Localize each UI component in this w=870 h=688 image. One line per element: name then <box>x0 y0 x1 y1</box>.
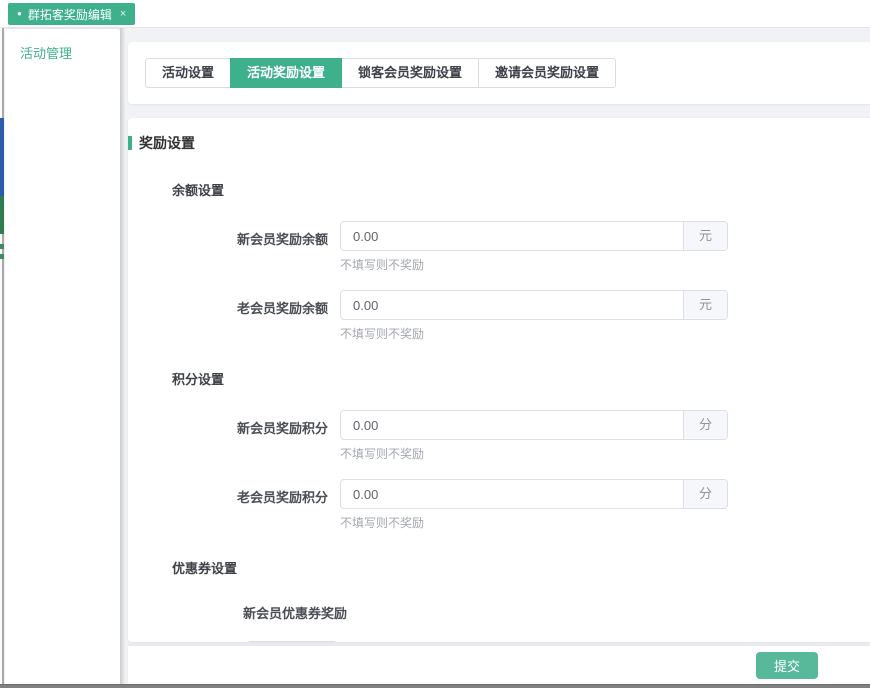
new-member-balance-input[interactable] <box>341 222 683 250</box>
old-member-points-field: 分 <box>340 479 728 509</box>
group-title-balance: 余额设置 <box>172 180 870 199</box>
field-hint: 不填写则不奖励 <box>340 256 870 273</box>
new-member-points-input[interactable] <box>341 411 683 439</box>
tab-lock-member-reward-settings[interactable]: 锁客会员奖励设置 <box>341 58 479 88</box>
page-tab-chip[interactable]: ● 群拓客奖励编辑 × <box>8 3 135 25</box>
sidebar: 活动管理 <box>5 29 120 684</box>
sliver-fragment-green <box>0 196 4 234</box>
page-tab-label: 群拓客奖励编辑 <box>28 6 112 23</box>
form-row-old-member-points: 老会员奖励积分 分 不填写则不奖励 <box>128 479 870 531</box>
old-member-points-input[interactable] <box>341 480 683 508</box>
select-coupon-button[interactable]: 选择优惠券 <box>247 641 337 642</box>
sidebar-divider <box>120 28 128 688</box>
unit-suffix: 分 <box>683 480 727 508</box>
window-bottom-edge <box>0 684 870 688</box>
tab-activity-reward-settings[interactable]: 活动奖励设置 <box>230 58 342 88</box>
sliver-fragment-dash <box>0 244 4 249</box>
tab-activity-settings[interactable]: 活动设置 <box>145 58 231 88</box>
field-hint: 不填写则不奖励 <box>340 514 870 531</box>
unit-suffix: 元 <box>683 222 727 250</box>
sliver-fragment-dash <box>0 254 4 259</box>
sliver-fragment-blue <box>0 118 4 196</box>
field-hint: 不填写则不奖励 <box>340 445 870 462</box>
form-row-new-member-points: 新会员奖励积分 分 不填写则不奖励 <box>128 410 870 462</box>
coupon-reward-label: 新会员优惠券奖励 <box>243 603 870 622</box>
main-content: 活动设置 活动奖励设置 锁客会员奖励设置 邀请会员奖励设置 奖励设置 余额设置 … <box>128 28 870 688</box>
unit-suffix: 分 <box>683 411 727 439</box>
unit-suffix: 元 <box>683 291 727 319</box>
tab-close-icon[interactable]: × <box>120 8 126 20</box>
old-member-balance-input[interactable] <box>341 291 683 319</box>
field-label: 老会员奖励余额 <box>128 298 328 317</box>
form-row-old-member-balance: 老会员奖励余额 元 不填写则不奖励 <box>128 290 870 342</box>
tab-invite-member-reward-settings[interactable]: 邀请会员奖励设置 <box>478 58 616 88</box>
field-label: 新会员奖励积分 <box>128 418 328 437</box>
submit-button[interactable]: 提交 <box>756 652 818 679</box>
footer-bar: 提交 <box>128 646 870 684</box>
active-dot-icon: ● <box>17 10 22 18</box>
field-hint: 不填写则不奖励 <box>340 325 870 342</box>
tab-group: 活动设置 活动奖励设置 锁客会员奖励设置 邀请会员奖励设置 <box>145 58 616 88</box>
field-label: 老会员奖励积分 <box>128 487 328 506</box>
field-label: 新会员奖励余额 <box>128 229 328 248</box>
tabs-panel: 活动设置 活动奖励设置 锁客会员奖励设置 邀请会员奖励设置 <box>128 42 870 104</box>
group-title-points: 积分设置 <box>172 369 870 388</box>
top-tab-bar: ● 群拓客奖励编辑 × <box>0 0 870 28</box>
new-member-points-field: 分 <box>340 410 728 440</box>
group-title-coupon: 优惠券设置 <box>172 558 870 577</box>
form-row-new-member-balance: 新会员奖励余额 元 不填写则不奖励 <box>128 221 870 273</box>
old-member-balance-field: 元 <box>340 290 728 320</box>
reward-settings-panel: 奖励设置 余额设置 新会员奖励余额 元 不填写则不奖励 老会员奖励余额 元 不填… <box>128 118 870 642</box>
section-title: 奖励设置 <box>128 133 870 153</box>
sidebar-item-activity-management[interactable]: 活动管理 <box>5 29 120 72</box>
section-marker <box>128 136 132 150</box>
new-member-balance-field: 元 <box>340 221 728 251</box>
section-title-text: 奖励设置 <box>139 133 195 153</box>
